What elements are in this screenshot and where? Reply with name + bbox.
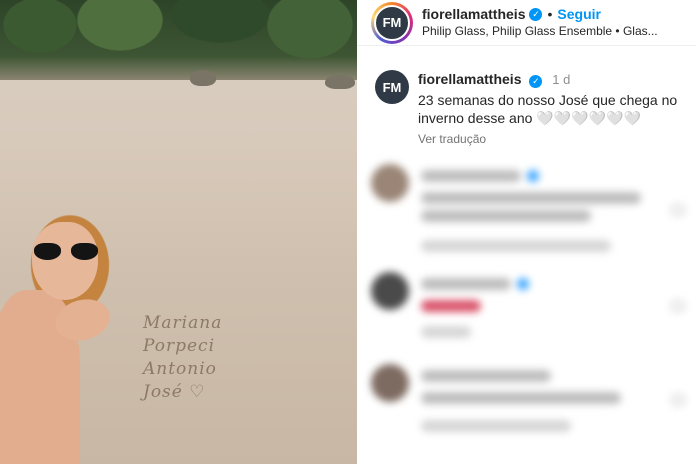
comment-text [421, 210, 591, 222]
comment-avatar [371, 272, 409, 310]
sand-writing-line: Mariana [143, 313, 223, 333]
follow-button[interactable]: Seguir [557, 6, 601, 23]
separator-dot: • [547, 5, 553, 22]
photo-rock [325, 75, 355, 89]
comment-actions [421, 240, 611, 252]
comment-avatar [371, 364, 409, 402]
music-attribution[interactable]: Philip Glass, Philip Glass Ensemble • Gl… [422, 23, 692, 40]
comment-item-blurred [371, 364, 691, 444]
comment-text [421, 192, 641, 204]
photo-woman-face [32, 222, 98, 300]
heart-icon [671, 394, 685, 406]
sand-writing-line: Antonio [143, 359, 217, 379]
caption-author-avatar[interactable]: FM [375, 70, 409, 104]
caption-username[interactable]: fiorellamattheis [418, 71, 521, 87]
see-translation-link[interactable]: Ver tradução [418, 130, 678, 148]
header-text: fiorellamattheis ✓ • Seguir Philip Glass… [422, 6, 692, 40]
photo-sunglasses [34, 243, 98, 261]
verified-badge-icon [517, 278, 529, 290]
comments-list-blurred [357, 154, 696, 464]
post-caption: FM fiorellamattheis ✓ 1 d 23 semanas do … [357, 46, 696, 148]
comment-text [421, 300, 481, 312]
caption-text: 23 semanas do nosso José que chega no in… [418, 92, 678, 126]
post-header: FM fiorellamattheis ✓ • Seguir Philip Gl… [357, 0, 696, 46]
comment-item-blurred [371, 164, 691, 254]
photo-background-trees [0, 0, 357, 80]
verified-badge-icon: ✓ [529, 7, 543, 21]
author-avatar[interactable]: FM [371, 1, 413, 44]
comment-username [421, 170, 521, 182]
comment-username [421, 278, 511, 290]
heart-icon [671, 300, 685, 312]
caption-body: fiorellamattheis ✓ 1 d 23 semanas do nos… [418, 70, 678, 148]
comment-item-blurred [371, 272, 691, 342]
post-photo[interactable]: Mariana Porpeci Antonio José ♡ [0, 0, 357, 464]
author-username[interactable]: fiorellamattheis [422, 6, 525, 23]
caption-avatar-initials: FM [382, 79, 402, 95]
verified-badge-icon: ✓ [529, 74, 543, 88]
heart-icon [671, 204, 685, 216]
comment-actions [421, 420, 571, 432]
post-details-pane: FM fiorellamattheis ✓ • Seguir Philip Gl… [357, 0, 696, 464]
caption-timestamp[interactable]: 1 d [552, 72, 570, 87]
verified-badge-icon [527, 170, 539, 182]
comment-text [421, 392, 621, 404]
sand-writing-line: Porpeci [143, 336, 216, 356]
header-row: fiorellamattheis ✓ • Seguir [422, 6, 692, 23]
comment-avatar [371, 164, 409, 202]
photo-rock [190, 70, 216, 86]
sand-writing: Mariana Porpeci Antonio José ♡ [143, 312, 253, 404]
author-avatar-initials: FM [374, 4, 410, 41]
sand-writing-line: José ♡ [143, 382, 206, 402]
comment-username [421, 370, 551, 382]
comment-actions [421, 326, 471, 338]
